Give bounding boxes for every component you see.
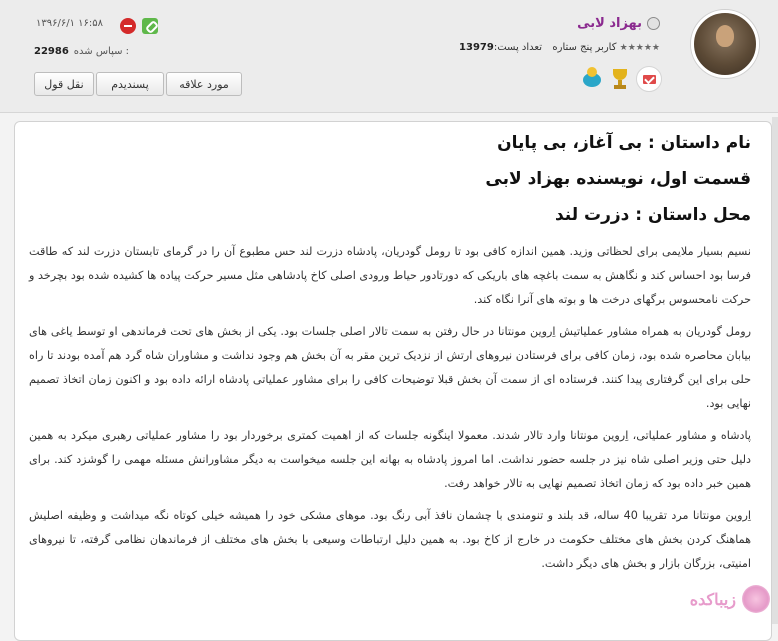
mail-icon[interactable] xyxy=(636,66,662,92)
flower-icon xyxy=(742,585,770,613)
story-paragraph: اِروین مونتانا مرد تقریبا 40 ساله، قد بل… xyxy=(29,509,752,570)
story-part: قسمت اول، نویسنده بهزاد لابی xyxy=(485,169,751,189)
post-action-icons xyxy=(120,18,158,34)
delete-icon[interactable] xyxy=(120,18,136,34)
thanks-value: 22986 xyxy=(34,46,69,57)
user-badges xyxy=(580,66,662,92)
offline-status-icon xyxy=(647,16,660,30)
username-link[interactable]: بهزاد لابی xyxy=(577,16,642,31)
post-content: نام داستان : بی آغاز، بی پایان قسمت اول،… xyxy=(14,121,772,641)
thanks-count: 22986 سپاس شده : xyxy=(34,46,129,57)
scrollbar[interactable] xyxy=(772,117,778,624)
thanks-label: سپاس شده : xyxy=(73,46,130,57)
trophy-icon xyxy=(608,67,632,91)
avatar-face xyxy=(716,25,734,47)
avatar[interactable] xyxy=(691,10,759,78)
story-location: محل داستان : دزرت لند xyxy=(554,205,751,225)
like-button[interactable]: پسندیدم xyxy=(96,72,164,96)
username-row: بهزاد لابی xyxy=(577,14,660,32)
quote-button[interactable]: نقل قول xyxy=(34,72,94,96)
watermark-text: زیباکده xyxy=(689,589,736,609)
rank-title: کاربر پنج ستاره xyxy=(552,42,617,53)
watermark-logo: زیباکده xyxy=(640,578,770,620)
favorite-button[interactable]: مورد علاقه xyxy=(166,72,242,96)
permalink-icon[interactable] xyxy=(142,18,158,34)
award-medal-icon xyxy=(580,67,604,91)
post-buttons: نقل قول پسندیدم مورد علاقه xyxy=(34,72,242,96)
post-header: بهزاد لابی کاربر پنج ستاره ★★★★★ تعداد پ… xyxy=(0,0,778,113)
post-count-label: تعداد پست: xyxy=(493,42,542,53)
post-count-value: 13979 xyxy=(459,42,494,53)
story-paragraph: نسیم بسیار ملایمی برای لحظاتی وزید. همین… xyxy=(29,245,751,306)
post-datetime: ۱۳۹۶/۶/۱ ۱۶:۵۸ xyxy=(36,18,103,29)
story-paragraph: رومل گودریان به همراه مشاور عملیاتیش اِر… xyxy=(29,325,751,410)
post-count: تعداد پست:13979 xyxy=(459,42,542,53)
user-rank: کاربر پنج ستاره ★★★★★ xyxy=(552,42,660,53)
story-paragraph: پادشاه و مشاور عملیاتی، اِروین مونتانا و… xyxy=(29,429,751,490)
rank-stars: ★★★★★ xyxy=(619,43,660,53)
story-title: نام داستان : بی آغاز، بی پایان xyxy=(497,133,751,153)
